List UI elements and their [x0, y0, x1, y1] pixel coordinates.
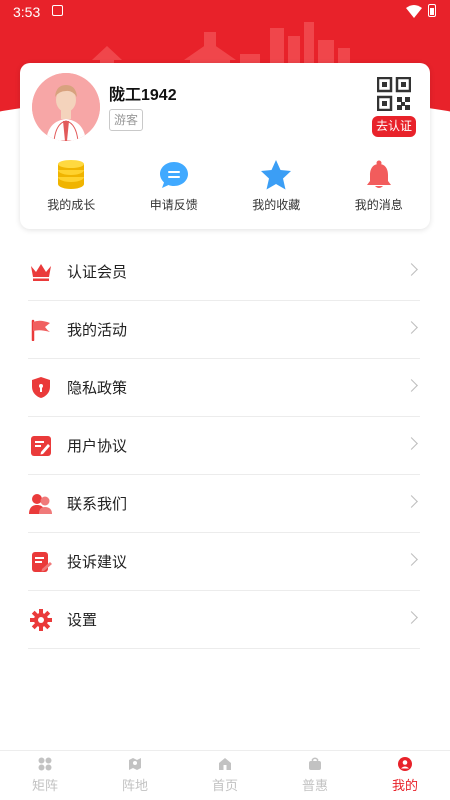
- crown-icon: [28, 259, 54, 285]
- battery-icon: [428, 4, 436, 17]
- contacts-icon: [28, 491, 54, 517]
- bag-icon: [307, 756, 323, 772]
- menu-item-complaints[interactable]: 投诉建议: [28, 533, 420, 591]
- quick-action-label: 申请反馈: [149, 198, 198, 212]
- nav-tab-position[interactable]: 阵地: [90, 751, 180, 800]
- app-notification-icon: [52, 5, 63, 16]
- wifi-icon: [406, 5, 422, 18]
- menu-item-membership[interactable]: 认证会员: [28, 243, 420, 301]
- status-time: 3:53: [13, 4, 41, 20]
- gear-icon: [28, 607, 54, 633]
- nav-tab-label: 普惠: [301, 778, 328, 793]
- coins-stack-icon: [55, 159, 87, 191]
- nav-tab-mine[interactable]: 我的: [360, 751, 450, 800]
- qr-code-icon[interactable]: [377, 77, 411, 111]
- document-edit-icon: [28, 433, 54, 459]
- nav-tab-label: 首页: [211, 778, 238, 793]
- bell-icon: [363, 159, 395, 191]
- avatar[interactable]: [32, 73, 100, 141]
- quick-action-feedback[interactable]: 申请反馈: [123, 159, 226, 215]
- quick-action-label: 我的收藏: [252, 198, 301, 212]
- flag-icon: [28, 317, 54, 343]
- role-badge: 游客: [109, 109, 144, 131]
- note-edit-icon: [28, 549, 54, 575]
- quick-action-label: 我的成长: [47, 198, 96, 212]
- menu-item-settings[interactable]: 设置: [28, 591, 420, 649]
- quick-action-favorites[interactable]: 我的收藏: [225, 159, 328, 215]
- nav-tab-label: 我的: [391, 778, 418, 793]
- nav-tab-matrix[interactable]: 矩阵: [0, 751, 90, 800]
- nav-tab-home[interactable]: 首页: [180, 751, 270, 800]
- menu-item-label: 我的活动: [67, 322, 128, 339]
- profile-card: 陇工1942 游客 去认证 我的成长 申请反馈 我的收藏 我的消息: [20, 63, 430, 229]
- menu-item-activities[interactable]: 我的活动: [28, 301, 420, 359]
- quick-action-messages[interactable]: 我的消息: [328, 159, 431, 215]
- user-avatar-icon: [32, 73, 100, 141]
- bottom-navigation: 矩阵 阵地 首页 普惠 我的: [0, 750, 450, 800]
- nav-tab-label: 矩阵: [31, 778, 58, 793]
- star-icon: [260, 159, 292, 191]
- menu-item-label: 联系我们: [67, 496, 128, 513]
- quick-actions: 我的成长 申请反馈 我的收藏 我的消息: [20, 159, 430, 215]
- chevron-right-icon: [405, 437, 418, 450]
- chevron-right-icon: [405, 495, 418, 508]
- menu-item-contact-us[interactable]: 联系我们: [28, 475, 420, 533]
- chevron-right-icon: [405, 263, 418, 276]
- menu-list: 认证会员 我的活动 隐私政策 用户协议 联系我们 投诉建议 设置: [28, 243, 420, 649]
- menu-item-label: 用户协议: [67, 438, 128, 455]
- menu-item-user-agreement[interactable]: 用户协议: [28, 417, 420, 475]
- chevron-right-icon: [405, 553, 418, 566]
- status-bar: 3:53: [0, 0, 450, 24]
- home-icon: [217, 756, 233, 772]
- menu-item-label: 认证会员: [67, 264, 128, 281]
- chat-bubble-icon: [158, 159, 190, 191]
- quick-action-growth[interactable]: 我的成长: [20, 159, 123, 215]
- grid-icon: [37, 756, 53, 772]
- shield-icon: [28, 375, 54, 401]
- chevron-right-icon: [405, 611, 418, 624]
- map-icon: [127, 756, 143, 772]
- menu-item-privacy[interactable]: 隐私政策: [28, 359, 420, 417]
- verify-button[interactable]: 去认证: [372, 116, 416, 137]
- user-icon: [397, 756, 413, 772]
- chevron-right-icon: [405, 379, 418, 392]
- username: 陇工1942: [109, 87, 177, 104]
- menu-item-label: 设置: [67, 612, 98, 629]
- menu-item-label: 投诉建议: [67, 554, 128, 571]
- chevron-right-icon: [405, 321, 418, 334]
- nav-tab-label: 阵地: [121, 778, 148, 793]
- menu-item-label: 隐私政策: [67, 380, 128, 397]
- quick-action-label: 我的消息: [354, 198, 403, 212]
- nav-tab-benefits[interactable]: 普惠: [270, 751, 360, 800]
